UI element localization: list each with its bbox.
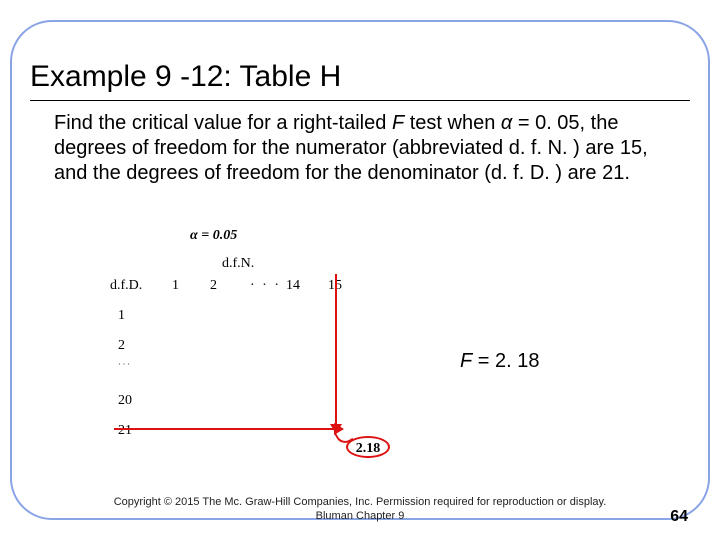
row-head-2: 2 xyxy=(118,338,125,354)
chapter-label: Bluman Chapter 9 xyxy=(0,510,720,522)
row-head-21: 21 xyxy=(118,423,132,439)
copyright-text: Copyright © 2015 The Mc. Graw-Hill Compa… xyxy=(114,496,607,508)
row-highlight-line xyxy=(114,428,336,430)
F-symbol: F xyxy=(392,112,404,134)
fig-alpha-label: α = 0.05 xyxy=(190,228,237,244)
page-number: 64 xyxy=(670,508,688,526)
dfd-label: d.f.D. xyxy=(110,278,142,294)
answer-eq: = 2. 18 xyxy=(472,350,539,372)
slide-title: Example 9 -12: Table H xyxy=(30,60,690,101)
row-head-20: 20 xyxy=(118,393,132,409)
text-pre: Find the critical value for a right-tail… xyxy=(54,112,392,134)
answer-F: F xyxy=(460,350,472,372)
fig-alpha: α = 0.05 xyxy=(190,228,237,243)
footer: Copyright © 2015 The Mc. Graw-Hill Compa… xyxy=(0,496,720,522)
slide-content: Example 9 -12: Table H Find the critical… xyxy=(30,60,690,186)
column-highlight-line xyxy=(335,274,337,428)
row-head-1: 1 xyxy=(118,308,125,324)
problem-statement: Find the critical value for a right-tail… xyxy=(30,111,690,186)
alpha-symbol: α xyxy=(501,112,512,134)
dfn-label: d.f.N. xyxy=(222,256,254,272)
row-ellipsis: · · · xyxy=(118,363,130,367)
critical-value-oval: 2.18 xyxy=(346,436,390,458)
col-head-2: 2 xyxy=(210,278,217,294)
f-answer: F = 2. 18 xyxy=(460,350,540,373)
col-head-1: 1 xyxy=(172,278,179,294)
text-mid: test when xyxy=(404,112,501,134)
col-head-14: 14 xyxy=(286,278,300,294)
col-ellipsis: · · · xyxy=(250,278,281,294)
table-h-figure: α = 0.05 d.f.N. d.f.D. 1 2 · · · 14 15 1… xyxy=(110,228,450,458)
